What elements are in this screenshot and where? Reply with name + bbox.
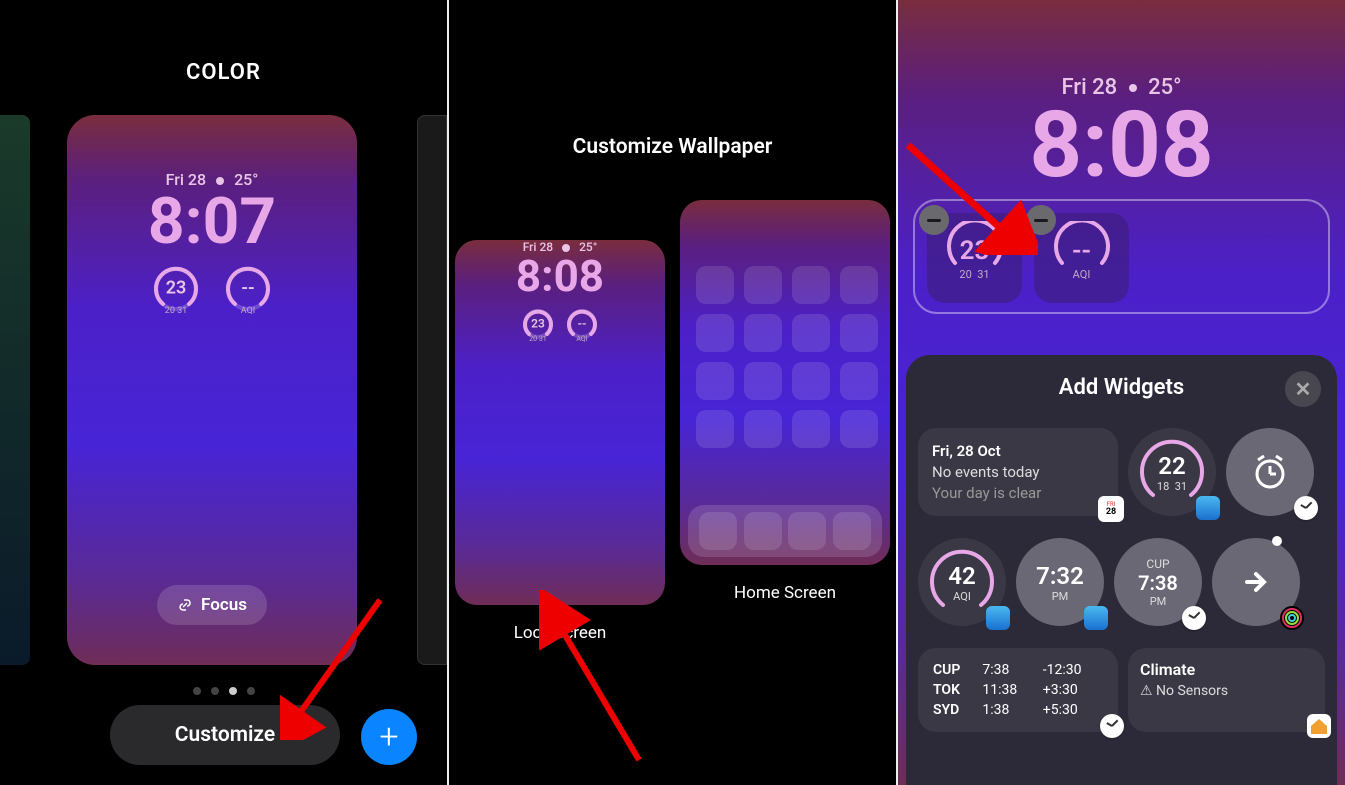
widget-slot-aqi[interactable]: -- AQI [1034, 213, 1129, 303]
prev-wallpaper-peek[interactable] [0, 115, 30, 665]
lockscreen-widgets-row: 23 20 31 -- AQI [67, 264, 357, 314]
widget-slot-row[interactable]: 23 20 31 -- AQI [913, 199, 1330, 314]
wallpaper-preview-card[interactable]: Fri 28 25° 8:07 23 20 31 -- AQI Focus [67, 115, 357, 665]
clock-app-icon [1294, 496, 1318, 520]
next-wallpaper-peek[interactable] [417, 115, 447, 665]
clock-app-icon [1100, 714, 1124, 738]
lockscreen-time: 8:08 [455, 250, 665, 302]
lockscreen-time: 8:07 [67, 184, 357, 259]
weather-app-icon [1196, 496, 1220, 520]
focus-button[interactable]: Focus [157, 585, 267, 625]
sunset-widget[interactable]: 7:32 PM [1016, 538, 1104, 626]
weather-temp-widget[interactable]: 22 18 31 [1128, 428, 1216, 516]
calendar-widget[interactable]: Fri, 28 Oct No events today Your day is … [918, 428, 1118, 516]
temp-ring-widget: 23 20 31 [521, 307, 555, 341]
alarm-icon [1250, 452, 1290, 492]
link-icon [177, 597, 193, 613]
wallpaper-category-title: COLOR [0, 0, 447, 85]
clock-row: SYD1:38+5:30 [930, 700, 1106, 720]
customize-wallpaper-panel: Customize Wallpaper Fri 28 25° 8:08 23 2… [449, 0, 896, 785]
lock-screen-label: Lock Screen [455, 623, 665, 643]
temp-ring-widget: 23 20 31 [151, 264, 201, 314]
lockscreen-time[interactable]: 8:08 [898, 92, 1345, 199]
world-clocks-widget[interactable]: CUP7:38-12:30 TOK11:38+3:30 SYD1:38+5:30 [918, 648, 1118, 732]
aqi-ring-widget: -- AQI [223, 264, 273, 314]
add-widgets-sheet: Add Widgets ✕ Fri, 28 Oct No events toda… [906, 355, 1337, 785]
activity-widget[interactable] [1212, 538, 1300, 626]
aqi-widget[interactable]: 42 AQI [918, 538, 1006, 626]
home-dock [688, 505, 882, 557]
home-screen-label: Home Screen [680, 583, 890, 603]
add-wallpaper-button[interactable]: + [361, 709, 417, 765]
alarm-widget[interactable] [1226, 428, 1314, 516]
lockscreen-date[interactable]: Fri 28 25° [898, 0, 1345, 100]
aqi-ring-widget: -- AQI [565, 307, 599, 341]
close-sheet-button[interactable]: ✕ [1285, 371, 1321, 407]
customize-wallpaper-title: Customize Wallpaper [449, 0, 896, 159]
widget-slot-temp[interactable]: 23 20 31 [927, 213, 1022, 303]
customize-button[interactable]: Customize [110, 705, 340, 765]
calendar-app-icon: FRI 28 [1098, 496, 1124, 522]
sun-icon [559, 241, 573, 255]
home-app-icon [1307, 714, 1331, 738]
page-dots [193, 687, 255, 695]
city-clock-widget[interactable]: CUP 7:38 PM [1114, 538, 1202, 626]
clock-app-icon [1182, 606, 1206, 630]
home-icon-grid [688, 258, 882, 456]
lockscreen-widgets-row: 23 20 31 -- AQI [455, 307, 665, 341]
clock-row: TOK11:38+3:30 [930, 680, 1106, 700]
climate-widget[interactable]: Climate ⚠ No Sensors [1128, 648, 1325, 732]
home-screen-preview[interactable] [680, 200, 890, 565]
sheet-title: Add Widgets [918, 375, 1325, 400]
wallpaper-gallery-panel: COLOR Fri 28 25° 8:07 23 20 31 -- AQI Fo… [0, 0, 447, 785]
add-widgets-panel: Fri 28 25° 8:08 23 20 31 -- AQI Add Widg… [898, 0, 1345, 785]
lock-screen-preview[interactable]: Fri 28 25° 8:08 23 20 31 -- AQI [455, 240, 665, 605]
clock-row: CUP7:38-12:30 [930, 660, 1106, 680]
sun-icon [213, 174, 227, 188]
weather-app-icon [986, 606, 1010, 630]
weather-app-icon [1084, 606, 1108, 630]
arrow-right-icon [1239, 565, 1273, 599]
